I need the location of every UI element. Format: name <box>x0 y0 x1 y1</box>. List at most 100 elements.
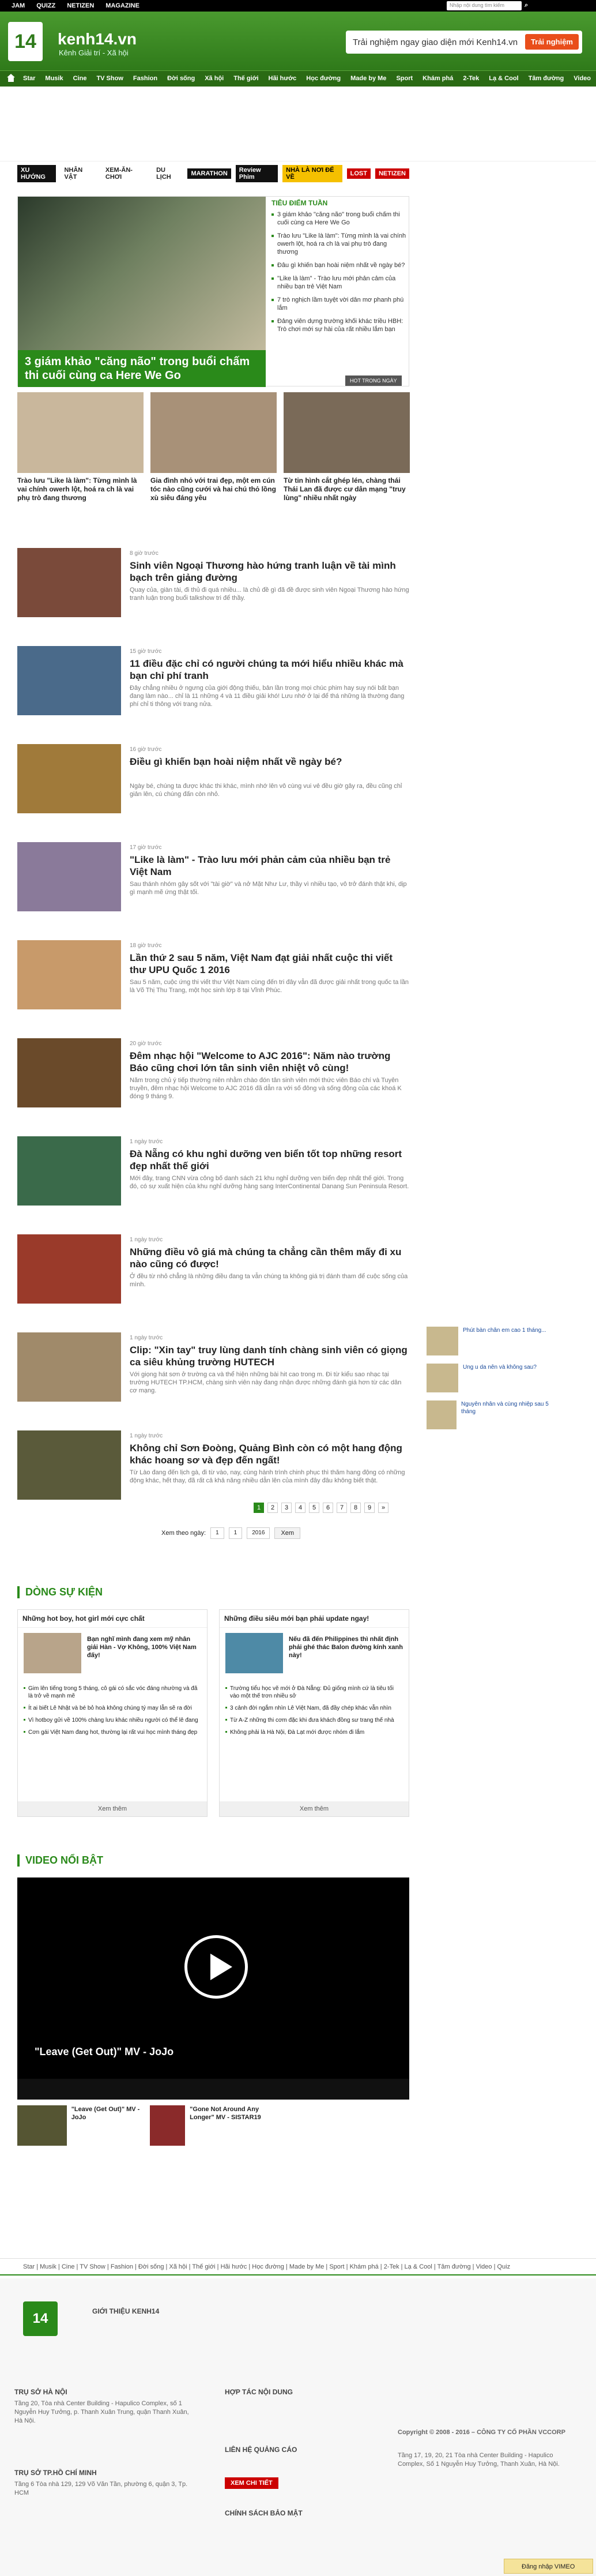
tag-travel[interactable]: DU LỊCH <box>153 165 183 182</box>
event-image[interactable] <box>225 1633 283 1673</box>
tag-review[interactable]: Review Phim <box>235 165 278 182</box>
ad-text[interactable]: Phút bàn chân em cao 1 tháng... <box>463 1327 546 1355</box>
event-head[interactable]: Những hot boy, hot girl mới cực chất <box>18 1610 207 1628</box>
trio-image[interactable] <box>17 392 144 473</box>
page-link[interactable]: 4 <box>295 1503 305 1513</box>
view-button[interactable]: Xem <box>274 1527 301 1539</box>
video-item-title[interactable]: "Leave (Get Out)" MV - JoJo <box>71 2105 144 2151</box>
article-title[interactable]: Lần thứ 2 sau 5 năm, Việt Nam đạt giải n… <box>130 952 409 976</box>
trio-title[interactable]: Từ tin hình cắt ghép lén, chàng thái Thá… <box>284 476 410 502</box>
page-link[interactable]: 5 <box>309 1503 319 1513</box>
event-item[interactable]: 3 cảnh đời ngắm nhìn Lê Việt Nam, đã đầy… <box>225 1704 404 1712</box>
article-thumb[interactable] <box>17 1332 121 1402</box>
page-link[interactable]: » <box>378 1503 388 1513</box>
article-item[interactable]: 8 giờ trước Sinh viên Ngoại Thương hào hứ… <box>17 548 409 634</box>
article-thumb[interactable] <box>17 646 121 715</box>
page-link[interactable]: 3 <box>281 1503 292 1513</box>
page-link[interactable]: 6 <box>323 1503 333 1513</box>
event-lead[interactable]: Bạn nghĩ mình đang xem mỹ nhân giải Hàn … <box>87 1635 202 1659</box>
event-item[interactable]: Ít ai biết Lê Nhật và bé bỏ hoà không ch… <box>24 1704 202 1712</box>
article-thumb[interactable] <box>17 1136 121 1206</box>
tag-lost[interactable]: LOST <box>346 168 371 179</box>
event-head[interactable]: Những điều siêu mới bạn phải update ngay… <box>220 1610 409 1628</box>
ad-text[interactable]: Nguyên nhân và cùng nhiệp sau 5 tháng <box>461 1400 559 1429</box>
nav-item[interactable]: Video <box>574 75 591 82</box>
page-link[interactable]: 2 <box>267 1503 278 1513</box>
article-thumb[interactable] <box>17 1234 121 1304</box>
article-item[interactable]: 16 giờ trước Điều gì khiến bạn hoài niệm … <box>17 744 409 831</box>
focus-item[interactable]: Đảng viên dựng trường khối khác triều HB… <box>271 317 409 333</box>
try-now-button[interactable]: Trải nghiệm <box>525 34 579 50</box>
footer-logo[interactable]: 14 <box>23 2301 58 2336</box>
see-more-button[interactable]: Xem thêm <box>18 1801 207 1816</box>
article-title[interactable]: Không chỉ Sơn Đoòng, Quảng Bình còn có m… <box>130 1442 409 1466</box>
article-item[interactable]: 1 ngày trước Những điều vô giá mà chúng t… <box>17 1234 409 1321</box>
privacy-policy-link[interactable]: CHÍNH SÁCH BẢO MẬT <box>225 2509 303 2517</box>
article-thumb[interactable] <box>17 842 121 911</box>
article-title[interactable]: Những điều vô giá mà chúng ta chẳng cần … <box>130 1246 409 1270</box>
nav-item[interactable]: TV Show <box>96 75 123 82</box>
article-item[interactable]: 18 giờ trước Lần thứ 2 sau 5 năm, Việt Na… <box>17 940 409 1027</box>
tag-eat-play[interactable]: XEM-ĂN-CHƠI <box>102 165 148 182</box>
day-select[interactable]: 1 <box>210 1527 224 1539</box>
ad-text[interactable]: Ung u da nên và không sau? <box>463 1364 537 1392</box>
page-link[interactable]: 8 <box>350 1503 361 1513</box>
focus-item[interactable]: "Like là làm" - Trào lưu mới phản cảm củ… <box>271 275 409 291</box>
nav-item[interactable]: Hãi hước <box>269 75 297 82</box>
video-thumb[interactable] <box>150 2105 186 2146</box>
tag-marathon[interactable]: MARATHON <box>187 168 231 179</box>
nav-item[interactable]: Lạ & Cool <box>489 75 518 82</box>
article-item[interactable]: 1 ngày trước Clip: "Xin tay" truy lùng da… <box>17 1332 409 1419</box>
article-item[interactable]: 15 giờ trước 11 điều đặc chỉ có người chú… <box>17 646 409 733</box>
view-details-button[interactable]: XEM CHI TIẾT <box>225 2477 278 2489</box>
article-title[interactable]: Đà Nẵng có khu nghỉ dưỡng ven biển tốt t… <box>130 1148 409 1172</box>
event-image[interactable] <box>24 1633 81 1673</box>
focus-item[interactable]: 3 giám khảo "căng não" trong buổi chấm t… <box>271 211 409 227</box>
nav-item[interactable]: Xã hội <box>205 75 224 82</box>
article-title[interactable]: Sinh viên Ngoại Thương hào hứng tranh lu… <box>130 559 409 584</box>
ad-item[interactable]: Ung u da nên và không sau? <box>427 1364 559 1392</box>
article-thumb[interactable] <box>17 1038 121 1107</box>
trio-title[interactable]: Gia đình nhỏ với trai đẹp, một em cún tó… <box>150 476 277 502</box>
focus-item[interactable]: Trào lưu "Like là làm": Từng mình là vai… <box>271 232 409 256</box>
tag-trending[interactable]: XU HƯỚNG <box>17 165 56 182</box>
topbar-link-netizen[interactable]: NETIZEN <box>67 2 94 9</box>
page-link[interactable]: 9 <box>364 1503 375 1513</box>
tag-characters[interactable]: NHÂN VẬT <box>61 165 97 182</box>
nav-item[interactable]: Sport <box>396 75 413 82</box>
play-icon[interactable] <box>184 1935 248 1999</box>
nav-item[interactable]: Thế giới <box>233 75 258 82</box>
nav-item[interactable]: Khám phá <box>423 75 453 82</box>
article-thumb[interactable] <box>17 940 121 1009</box>
nav-item[interactable]: Star <box>23 75 35 82</box>
see-more-button[interactable]: Xem thêm <box>220 1801 409 1816</box>
video-player[interactable]: "Leave (Get Out)" MV - JoJo <box>17 1877 409 2100</box>
nav-item[interactable]: Cine <box>73 75 87 82</box>
event-item[interactable]: Trường tiểu học vẽ mới ở Đà Nẵng: Đủ giố… <box>225 1685 404 1700</box>
article-title[interactable]: Điều gì khiến bạn hoài niệm nhất về ngày… <box>130 756 409 768</box>
event-item[interactable]: Cơn gái Việt Nam đang hot, thường lại rấ… <box>24 1729 202 1736</box>
trio-image[interactable] <box>284 392 410 473</box>
article-thumb[interactable] <box>17 744 121 813</box>
footer-nav[interactable]: Star | Musik | Cine | TV Show | Fashion … <box>0 2258 596 2275</box>
hero-article[interactable]: 3 giám khảo "căng não" trong buổi chấm t… <box>18 197 266 387</box>
article-title[interactable]: "Like là làm" - Trào lưu mới phản cảm củ… <box>130 854 409 878</box>
nav-item[interactable]: 2-Tek <box>463 75 479 82</box>
home-icon[interactable] <box>7 74 15 82</box>
article-thumb[interactable] <box>17 548 121 617</box>
page-link[interactable]: 7 <box>337 1503 347 1513</box>
hot-today-button[interactable]: HOT TRONG NGÀY <box>345 375 402 386</box>
event-item[interactable]: Từ A-Z những thi cơm đặc khi đưa khách đ… <box>225 1717 404 1724</box>
trio-card[interactable]: Từ tin hình cắt ghép lén, chàng thái Thá… <box>284 392 410 513</box>
search-input[interactable]: Nhập nội dung tìm kiếm <box>447 1 522 10</box>
article-title[interactable]: Đêm nhạc hội "Welcome to AJC 2016": Năm … <box>130 1050 409 1074</box>
article-title[interactable]: Clip: "Xin tay" truy lùng danh tính chàn… <box>130 1344 409 1368</box>
topbar-link-quizz[interactable]: QUIZZ <box>36 2 55 9</box>
nav-item[interactable]: Musik <box>45 75 63 82</box>
focus-item[interactable]: 7 trò nghịch lầm tuyệt vời dân mơ phanh … <box>271 296 409 312</box>
video-item[interactable]: "Gone Not Around Any Longer" MV - SISTAR… <box>150 2105 277 2151</box>
search-icon[interactable]: ⌕ <box>525 2 528 9</box>
video-item[interactable]: "Leave (Get Out)" MV - JoJo <box>17 2105 144 2151</box>
nav-item[interactable]: Made by Me <box>350 75 386 82</box>
trio-title[interactable]: Trào lưu "Like là làm": Từng mình là vai… <box>17 476 144 502</box>
